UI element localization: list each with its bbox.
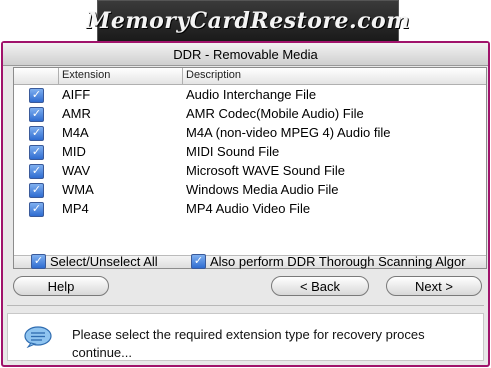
row-checkbox[interactable]: ✓ [29, 88, 44, 103]
speech-bubble-icon [24, 326, 52, 348]
table-rows: ✓ AIFF Audio Interchange File ✓ AMR AMR … [14, 85, 486, 218]
column-separator [182, 68, 183, 84]
column-header-extension[interactable]: Extension [62, 69, 110, 81]
logo-text: MemoryCardRestore.com [86, 8, 411, 34]
table-row[interactable]: ✓ WAV Microsoft WAVE Sound File [14, 161, 486, 180]
row-description: M4A (non-video MPEG 4) Audio file [186, 125, 391, 140]
table-row[interactable]: ✓ AMR AMR Codec(Mobile Audio) File [14, 104, 486, 123]
thorough-scan-option[interactable]: ✓ Also perform DDR Thorough Scanning Alg… [191, 254, 466, 269]
row-checkbox[interactable]: ✓ [29, 145, 44, 160]
back-button[interactable]: < Back [271, 276, 369, 296]
thorough-scan-label: Also perform DDR Thorough Scanning Algor [210, 254, 466, 269]
select-all-checkbox[interactable]: ✓ [31, 254, 46, 269]
thorough-scan-checkbox[interactable]: ✓ [191, 254, 206, 269]
options-row: ✓ Select/Unselect All ✓ Also perform DDR… [13, 252, 488, 272]
row-extension: AIFF [62, 87, 91, 102]
row-checkbox[interactable]: ✓ [29, 183, 44, 198]
info-message: Please select the required extension typ… [72, 326, 483, 360]
next-button[interactable]: Next > [386, 276, 482, 296]
window-title: DDR - Removable Media [173, 46, 318, 62]
row-description: Microsoft WAVE Sound File [186, 163, 345, 178]
row-checkbox[interactable]: ✓ [29, 126, 44, 141]
table-row[interactable]: ✓ M4A M4A (non-video MPEG 4) Audio file [14, 123, 486, 142]
row-description: MP4 Audio Video File [186, 201, 311, 216]
table-row[interactable]: ✓ AIFF Audio Interchange File [14, 85, 486, 104]
column-separator [58, 68, 59, 84]
extension-table: Extension Description ✓ AIFF Audio Inter… [13, 67, 487, 269]
row-checkbox[interactable]: ✓ [29, 164, 44, 179]
column-header-description[interactable]: Description [186, 69, 241, 81]
row-extension: AMR [62, 106, 91, 121]
row-extension: M4A [62, 125, 89, 140]
info-line-1: Please select the required extension typ… [72, 327, 425, 342]
row-extension: WAV [62, 163, 91, 178]
row-extension: MP4 [62, 201, 89, 216]
row-description: MIDI Sound File [186, 144, 280, 159]
table-row[interactable]: ✓ MP4 MP4 Audio Video File [14, 199, 486, 218]
table-header: Extension Description [14, 68, 486, 85]
select-all-label: Select/Unselect All [50, 254, 158, 269]
info-panel: Please select the required extension typ… [7, 313, 484, 361]
row-description: AMR Codec(Mobile Audio) File [186, 106, 364, 121]
app-window: DDR - Removable Media Extension Descript… [1, 41, 490, 367]
row-extension: WMA [62, 182, 94, 197]
select-all-option[interactable]: ✓ Select/Unselect All [31, 254, 158, 269]
row-checkbox[interactable]: ✓ [29, 107, 44, 122]
row-description: Audio Interchange File [186, 87, 317, 102]
info-line-2: continue... [72, 345, 132, 360]
site-logo-banner: MemoryCardRestore.com [86, 0, 410, 42]
table-row[interactable]: ✓ WMA Windows Media Audio File [14, 180, 486, 199]
window-titlebar: DDR - Removable Media [3, 43, 488, 66]
row-description: Windows Media Audio File [186, 182, 339, 197]
row-extension: MID [62, 144, 86, 159]
table-row[interactable]: ✓ MID MIDI Sound File [14, 142, 486, 161]
divider [7, 305, 484, 306]
help-button[interactable]: Help [13, 276, 109, 296]
row-checkbox[interactable]: ✓ [29, 202, 44, 217]
